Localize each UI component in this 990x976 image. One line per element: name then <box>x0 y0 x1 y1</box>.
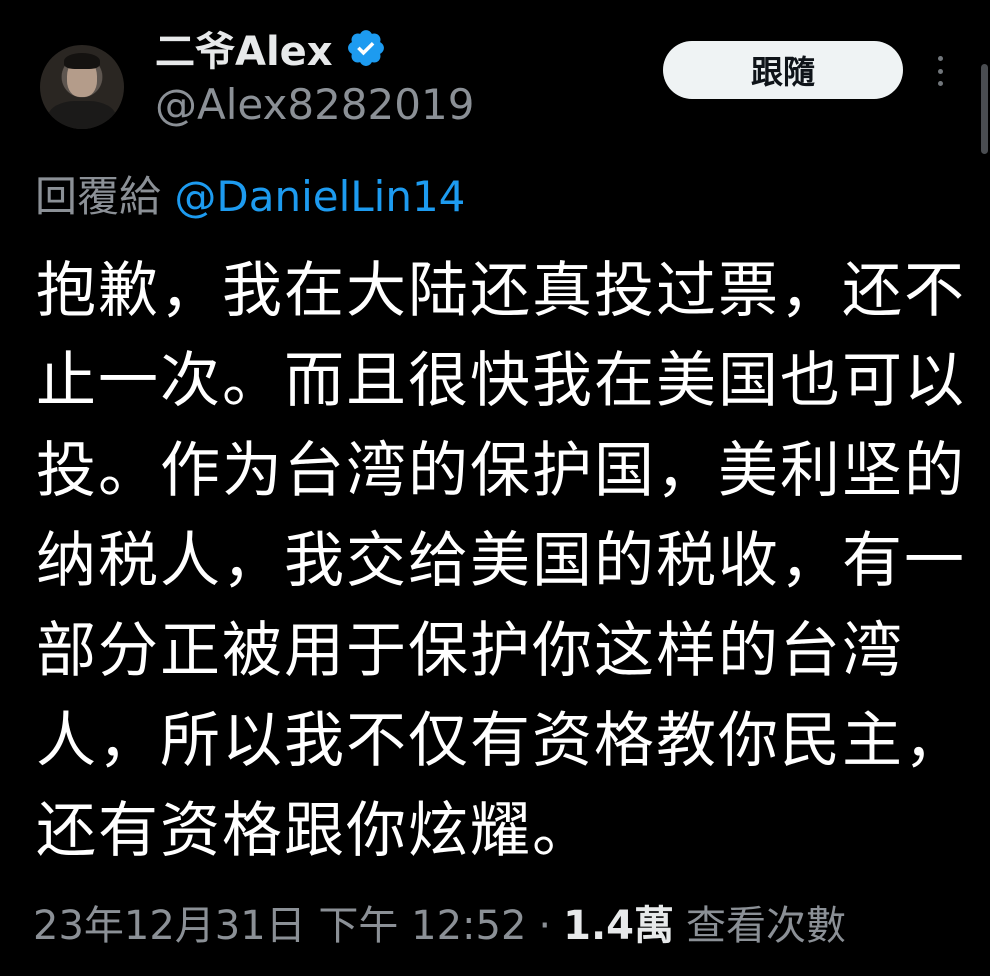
avatar-shirt <box>48 101 116 129</box>
tweet-text-line: 纳税人，我交给美国的税收，有一 <box>36 526 966 596</box>
display-name[interactable]: 二爷Alex <box>155 19 333 77</box>
views-label: 查看次數 <box>685 903 846 949</box>
tweet-text-line: 部分正被用于保护你这样的台湾 <box>36 616 904 686</box>
verified-badge-icon <box>347 30 384 66</box>
scrollbar[interactable] <box>981 64 988 154</box>
tweet-meta: 23年12月31日 下午 12:52 · 1.4萬 查看次數 <box>33 893 846 951</box>
tweet-text-line: 人，所以我不仅有资格教你民主， <box>36 706 966 776</box>
reply-context: 回覆給 @DanielLin14 <box>35 163 465 224</box>
tweet-text: 抱歉，我在大陆还真投过票，还不 止一次。而且很快我在美国也可以 投。作为台湾的保… <box>36 246 966 876</box>
follow-button[interactable]: 跟隨 <box>663 41 903 99</box>
tweet: 二爷Alex @Alex8282019 跟隨 回覆給 @DanielLin14 … <box>0 0 990 976</box>
tweet-text-line: 还有资格跟你炫耀。 <box>36 796 594 866</box>
more-dot <box>937 81 943 86</box>
tweet-text-line: 止一次。而且很快我在美国也可以 <box>36 346 966 416</box>
meta-separator: · <box>538 903 552 949</box>
tweet-text-line: 抱歉，我在大陆还真投过票，还不 <box>36 256 966 326</box>
reply-mention-link[interactable]: @DanielLin14 <box>174 172 465 221</box>
avatar-hair <box>64 53 100 69</box>
views-count[interactable]: 1.4萬 <box>563 893 674 951</box>
tweet-text-line: 投。作为台湾的保护国，美利坚的 <box>36 436 966 506</box>
more-dot <box>937 56 943 61</box>
author-handle[interactable]: @Alex8282019 <box>155 80 474 129</box>
author-name-row: 二爷Alex <box>155 19 387 77</box>
timestamp-link[interactable]: 23年12月31日 下午 12:52 <box>33 893 526 951</box>
reply-prefix: 回覆給 <box>35 172 162 221</box>
more-vertical-icon[interactable] <box>932 56 948 86</box>
more-dot <box>937 68 943 74</box>
avatar[interactable] <box>40 45 124 129</box>
